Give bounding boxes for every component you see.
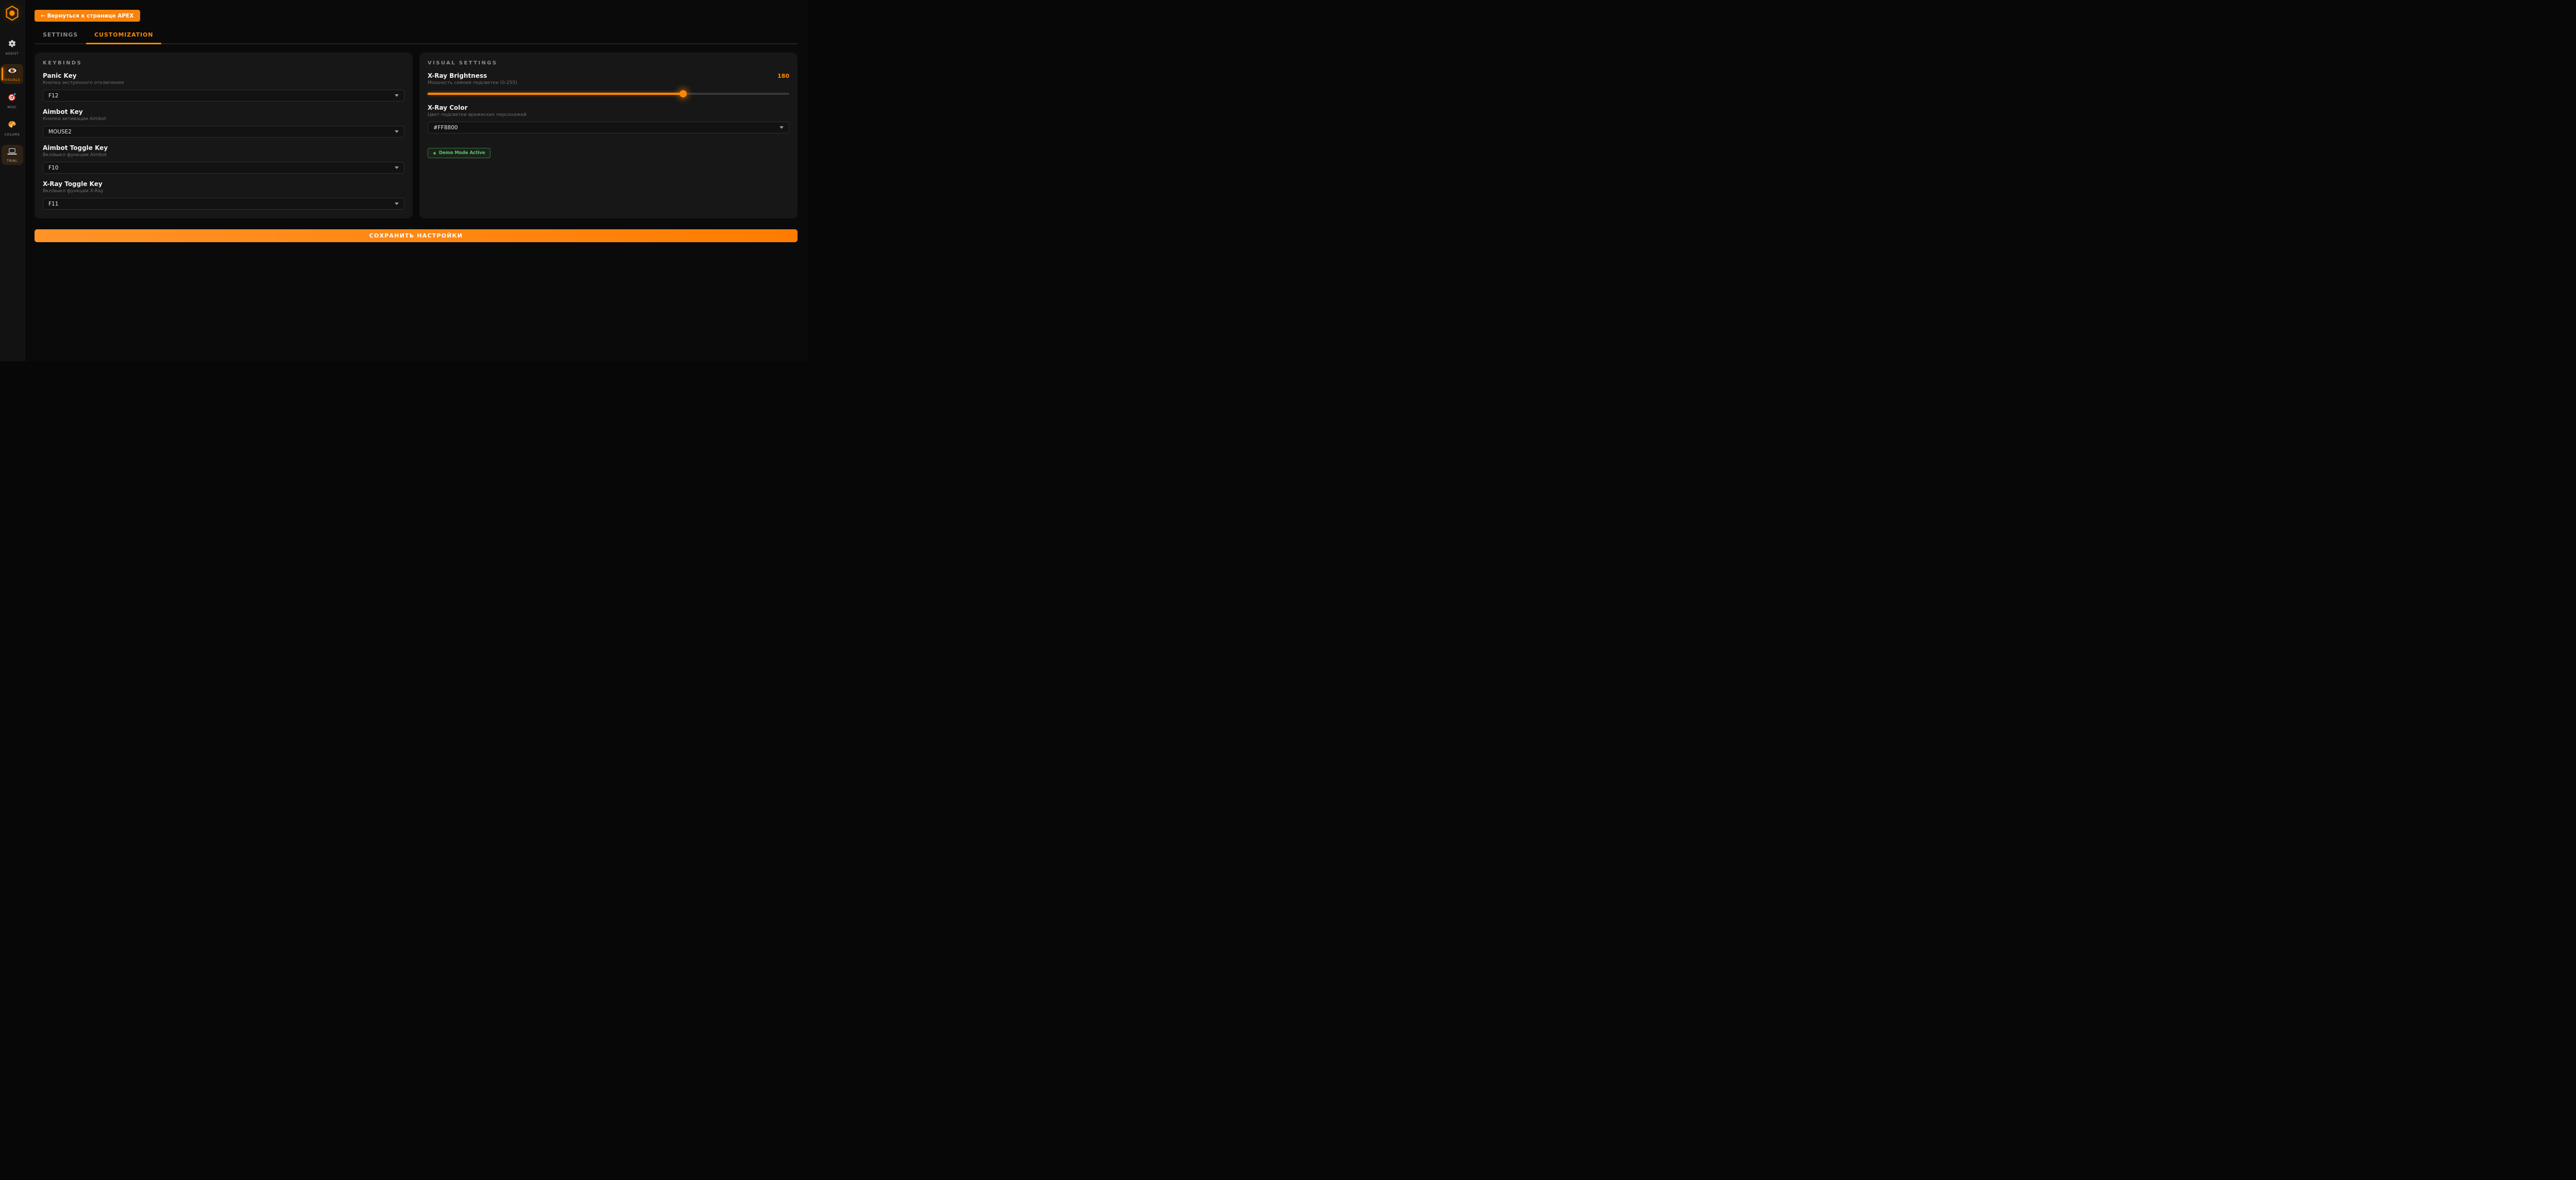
chevron-down-icon bbox=[395, 94, 399, 97]
select-value: F11 bbox=[48, 201, 58, 207]
brightness-value: 180 bbox=[777, 73, 789, 79]
field-label: X-Ray Brightness bbox=[428, 72, 487, 79]
section-title: KEYBINDS bbox=[43, 60, 404, 66]
sidebar-item-label: COLORS bbox=[5, 132, 20, 137]
panic-key-select[interactable]: F12 bbox=[43, 90, 404, 102]
sidebar-item-label: VISUALS bbox=[4, 78, 20, 82]
tab-bar: SETTINGS CUSTOMIZATION bbox=[35, 29, 798, 44]
aimbot-toggle-key-select[interactable]: F10 bbox=[43, 162, 404, 174]
eye-icon bbox=[7, 66, 18, 76]
field-label: Panic Key bbox=[43, 72, 404, 79]
laptop-icon bbox=[7, 147, 17, 157]
active-indicator-bar bbox=[2, 68, 3, 80]
xray-color-select[interactable]: #FF8800 bbox=[428, 122, 789, 133]
field-description: Мощность сияния подсветки (0-255) bbox=[428, 80, 789, 86]
app-window: ASSIST VISUALS bbox=[0, 0, 808, 361]
sidebar-item-label: MISC bbox=[7, 105, 16, 109]
section-title: VISUAL SETTINGS bbox=[428, 60, 789, 66]
sidebar-item-assist[interactable]: ASSIST bbox=[2, 37, 23, 58]
panic-key-field: Panic Key Кнопка экстренного отключения … bbox=[43, 72, 404, 102]
field-description: Кнопка активации Aimbot bbox=[43, 116, 404, 122]
field-description: Цвет подсветки вражеских персонажей bbox=[428, 112, 789, 117]
sidebar-nav: ASSIST VISUALS bbox=[0, 37, 24, 165]
xray-color-field: X-Ray Color Цвет подсветки вражеских пер… bbox=[428, 104, 789, 133]
xray-toggle-key-field: X-Ray Toggle Key Вкл/выкл функции X-Ray … bbox=[43, 180, 404, 210]
demo-mode-badge: Demo Mode Active bbox=[428, 148, 490, 158]
panels-row: KEYBINDS Panic Key Кнопка экстренного от… bbox=[35, 53, 798, 218]
chevron-down-icon bbox=[395, 166, 399, 169]
chevron-down-icon bbox=[779, 126, 784, 129]
target-icon bbox=[8, 93, 16, 104]
field-description: Вкл/выкл функции Aimbot bbox=[43, 153, 404, 158]
xray-brightness-field: X-Ray Brightness 180 Мощность сияния под… bbox=[428, 72, 789, 97]
select-value: MOUSE2 bbox=[48, 129, 72, 135]
sidebar-item-misc[interactable]: MISC bbox=[2, 90, 23, 111]
back-to-apex-button[interactable]: ← Вернуться к странице APEX bbox=[35, 10, 140, 22]
sidebar: ASSIST VISUALS bbox=[0, 0, 25, 361]
sidebar-item-label: ASSIST bbox=[6, 52, 19, 56]
brightness-slider-fill bbox=[428, 93, 683, 95]
sidebar-item-label: TRIAL bbox=[7, 159, 18, 163]
badge-label: Demo Mode Active bbox=[439, 150, 485, 156]
field-description: Вкл/выкл функции X-Ray bbox=[43, 189, 404, 194]
brightness-slider-thumb[interactable] bbox=[680, 90, 687, 97]
xray-toggle-key-select[interactable]: F11 bbox=[43, 198, 404, 210]
main-content: ← Вернуться к странице APEX SETTINGS CUS… bbox=[25, 0, 808, 242]
aimbot-key-field: Aimbot Key Кнопка активации Aimbot MOUSE… bbox=[43, 108, 404, 138]
sidebar-item-visuals[interactable]: VISUALS bbox=[2, 64, 23, 84]
save-settings-button[interactable]: СОХРАНИТЬ НАСТРОЙКИ bbox=[35, 229, 798, 242]
palette-icon bbox=[8, 120, 16, 131]
tab-customization[interactable]: CUSTOMIZATION bbox=[86, 29, 161, 43]
gear-icon bbox=[8, 39, 16, 50]
field-label: Aimbot Key bbox=[43, 108, 404, 115]
select-value: F12 bbox=[48, 93, 58, 99]
tab-settings[interactable]: SETTINGS bbox=[35, 29, 86, 43]
status-dot-icon bbox=[433, 152, 436, 155]
sidebar-item-trial[interactable]: TRIAL bbox=[2, 145, 23, 165]
field-description: Кнопка экстренного отключения bbox=[43, 80, 404, 86]
field-label: X-Ray Color bbox=[428, 104, 789, 111]
select-value: F10 bbox=[48, 165, 58, 171]
hexagon-logo-icon bbox=[5, 5, 19, 23]
chevron-down-icon bbox=[395, 130, 399, 133]
visual-settings-panel: VISUAL SETTINGS X-Ray Brightness 180 Мощ… bbox=[419, 53, 798, 218]
aimbot-toggle-key-field: Aimbot Toggle Key Вкл/выкл функции Aimbo… bbox=[43, 144, 404, 174]
chevron-down-icon bbox=[395, 203, 399, 205]
active-tab-underline bbox=[86, 43, 161, 44]
field-label: Aimbot Toggle Key bbox=[43, 144, 404, 151]
select-value: #FF8800 bbox=[433, 125, 458, 131]
brightness-slider[interactable] bbox=[428, 90, 789, 97]
sidebar-item-colors[interactable]: COLORS bbox=[2, 117, 23, 139]
aimbot-key-select[interactable]: MOUSE2 bbox=[43, 126, 404, 138]
keybinds-panel: KEYBINDS Panic Key Кнопка экстренного от… bbox=[35, 53, 413, 218]
field-label: X-Ray Toggle Key bbox=[43, 180, 404, 188]
